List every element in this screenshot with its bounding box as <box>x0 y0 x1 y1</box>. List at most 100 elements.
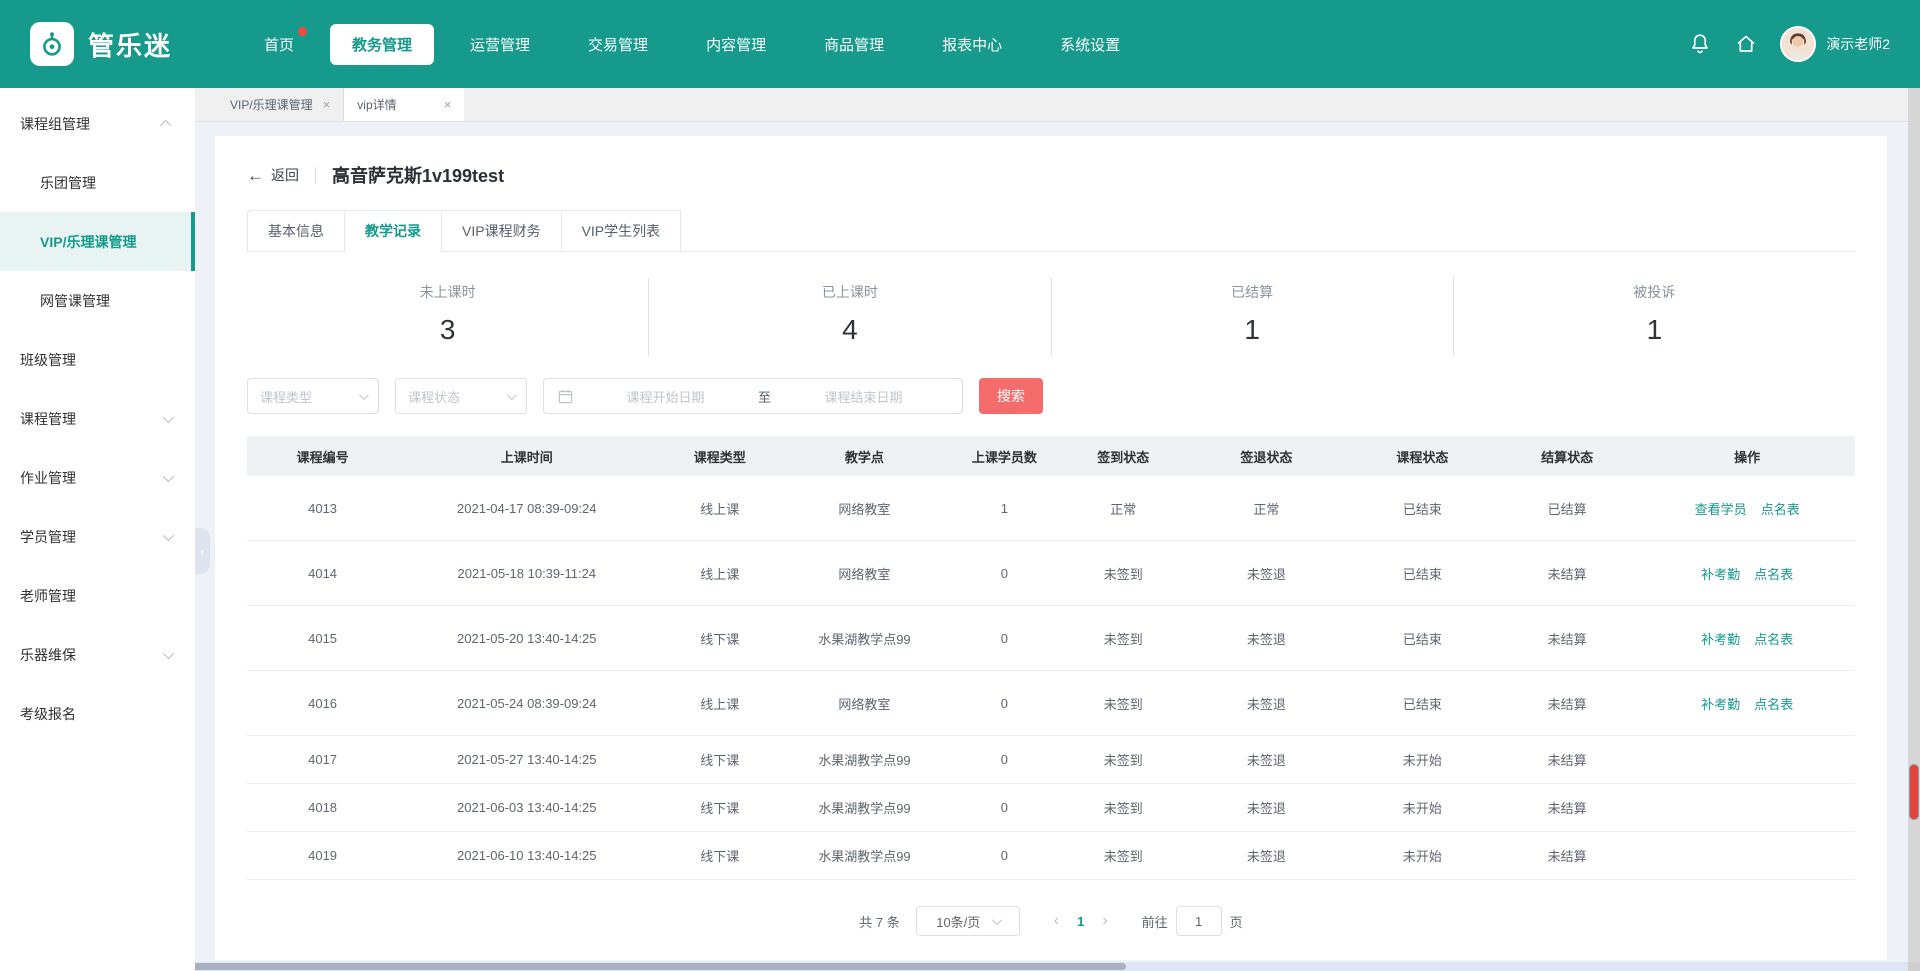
nav-item-operation[interactable]: 运营管理 <box>448 24 552 65</box>
avatar-image <box>1782 28 1814 60</box>
column-header: 操作 <box>1639 447 1854 466</box>
cell-checkout: 未签退 <box>1183 694 1350 713</box>
sidebar-item-vip-course[interactable]: VIP/乐理课管理 <box>0 212 195 271</box>
stat-0: 未上课时3 <box>247 278 649 356</box>
cell-checkout: 未签退 <box>1183 629 1350 648</box>
column-header: 签到状态 <box>1064 447 1183 466</box>
nav-item-trade[interactable]: 交易管理 <box>566 24 670 65</box>
vertical-scrollbar[interactable] <box>1908 88 1920 962</box>
page-tag-0[interactable]: VIP/乐理课管理× <box>217 88 344 121</box>
sidebar-item-exam[interactable]: 考级报名 <box>0 684 195 743</box>
tab-1[interactable]: 教学记录 <box>345 210 442 251</box>
table-body: 40132021-04-17 08:39-09:24线上课网络教室1正常正常已结… <box>247 476 1855 880</box>
cell-settlement: 已结算 <box>1495 499 1640 518</box>
stat-label: 被投诉 <box>1454 282 1855 302</box>
close-icon[interactable]: × <box>444 98 452 111</box>
nav-item-content[interactable]: 内容管理 <box>684 24 788 65</box>
username[interactable]: 演示老师2 <box>1826 34 1890 54</box>
tab-3[interactable]: VIP学生列表 <box>562 210 682 251</box>
page-size-select[interactable]: 10条/页 <box>916 906 1020 936</box>
brand[interactable]: 管乐迷 <box>30 22 242 66</box>
horn-icon <box>39 31 65 57</box>
top-navbar: 管乐迷 首页教务管理 运营管理 交易管理内容管理商品管理报表中心系统设置 演示老师2 <box>0 0 1920 88</box>
chevron-left-icon: ‹ <box>200 543 205 559</box>
vertical-scrollbar-thumb[interactable] <box>1909 764 1919 820</box>
action-link[interactable]: 补考勤 <box>1701 567 1740 582</box>
goto-page-input[interactable] <box>1176 906 1222 936</box>
column-header: 课程类型 <box>655 447 784 466</box>
close-icon[interactable]: × <box>323 98 331 111</box>
course-type-select[interactable]: 课程类型 <box>247 378 379 414</box>
action-link[interactable]: 查看学员 <box>1695 502 1747 517</box>
sidebar-item-course-group[interactable]: 课程组管理 <box>0 94 195 153</box>
calendar-icon <box>558 389 573 404</box>
sidebar-item-orchestra[interactable]: 乐团管理 <box>0 153 195 212</box>
nav-item-report[interactable]: 报表中心 <box>920 24 1024 65</box>
back-button[interactable]: ← 返回 <box>247 165 299 185</box>
sidebar-item-homework[interactable]: 作业管理 <box>0 448 195 507</box>
sidebar-subitem-label: VIP/乐理课管理 <box>40 232 136 252</box>
stat-label: 已结算 <box>1052 282 1453 302</box>
tab-0[interactable]: 基本信息 <box>247 210 345 251</box>
cell-time: 2021-06-10 13:40-14:25 <box>398 848 655 863</box>
sidebar-item-class[interactable]: 班级管理 <box>0 330 195 389</box>
pagination-total: 共 7 条 <box>859 912 899 931</box>
end-date-placeholder: 课程结束日期 <box>779 387 948 406</box>
cell-actions: 补考勤点名表 <box>1639 629 1854 648</box>
home-icon[interactable] <box>1734 32 1758 56</box>
action-link[interactable]: 补考勤 <box>1701 632 1740 647</box>
cell-status: 已结束 <box>1350 564 1495 583</box>
sidebar-item-net-admin-course[interactable]: 网管课管理 <box>0 271 195 330</box>
sidebar-item-student[interactable]: 学员管理 <box>0 507 195 566</box>
prev-page-button[interactable]: ‹ <box>1054 912 1059 930</box>
cell-actions: 补考勤点名表 <box>1639 564 1854 583</box>
cell-students: 1 <box>945 501 1064 516</box>
sidebar: 课程组管理乐团管理 VIP/乐理课管理网管课管理班级管理课程管理作业管理学员管理老… <box>0 88 195 971</box>
filter-bar: 课程类型 课程状态 <box>247 378 1855 414</box>
cell-location: 网络教室 <box>784 499 945 518</box>
column-header: 签退状态 <box>1183 447 1350 466</box>
horizontal-scrollbar[interactable] <box>0 962 1908 971</box>
sidebar-collapse-handle[interactable]: ‹ <box>195 528 210 574</box>
header-divider <box>315 167 316 183</box>
nav-item-home[interactable]: 首页 <box>242 24 316 65</box>
nav-item-label: 运营管理 <box>470 37 530 54</box>
brand-name: 管乐迷 <box>88 26 172 63</box>
chevron-down-icon <box>992 915 1002 925</box>
user-avatar[interactable] <box>1780 26 1816 62</box>
action-link[interactable]: 点名表 <box>1761 502 1800 517</box>
course-status-select[interactable]: 课程状态 <box>395 378 527 414</box>
nav-item-academic[interactable]: 教务管理 <box>330 24 434 65</box>
lessons-table: 课程编号上课时间课程类型教学点上课学员数签到状态签退状态课程状态结算状态操作 4… <box>247 436 1855 880</box>
sidebar-item-instrument[interactable]: 乐器维保 <box>0 625 195 684</box>
action-link[interactable]: 补考勤 <box>1701 697 1740 712</box>
sidebar-item-course[interactable]: 课程管理 <box>0 389 195 448</box>
search-button[interactable]: 搜索 <box>979 378 1043 414</box>
current-page[interactable]: 1 <box>1077 914 1084 929</box>
bell-icon[interactable] <box>1688 32 1712 56</box>
action-link[interactable]: 点名表 <box>1754 632 1793 647</box>
stat-1: 已上课时4 <box>649 278 1051 356</box>
tab-2[interactable]: VIP课程财务 <box>442 210 562 251</box>
cell-id: 4013 <box>247 501 398 516</box>
sidebar-item-label: 老师管理 <box>20 586 76 606</box>
sidebar-subitem-label: 乐团管理 <box>40 173 96 193</box>
sidebar-item-label: 作业管理 <box>20 468 76 488</box>
stat-3: 被投诉1 <box>1454 278 1855 356</box>
main-nav: 首页教务管理 运营管理 交易管理内容管理商品管理报表中心系统设置 <box>242 24 1142 65</box>
nav-item-system[interactable]: 系统设置 <box>1038 24 1142 65</box>
cell-checkin: 正常 <box>1064 499 1183 518</box>
cell-location: 水果湖教学点99 <box>784 629 945 648</box>
sidebar-item-teacher[interactable]: 老师管理 <box>0 566 195 625</box>
cell-checkin: 未签到 <box>1064 694 1183 713</box>
page-tag-1[interactable]: vip详情× <box>344 88 464 121</box>
action-link[interactable]: 点名表 <box>1754 697 1793 712</box>
date-range-input[interactable]: 课程开始日期 至 课程结束日期 <box>543 378 963 414</box>
column-header: 上课时间 <box>398 447 655 466</box>
cell-settlement: 未结算 <box>1495 750 1640 769</box>
nav-item-goods[interactable]: 商品管理 <box>802 24 906 65</box>
cell-checkout: 未签退 <box>1183 798 1350 817</box>
back-arrow-icon: ← <box>247 167 264 184</box>
action-link[interactable]: 点名表 <box>1754 567 1793 582</box>
next-page-button[interactable]: › <box>1102 912 1107 930</box>
